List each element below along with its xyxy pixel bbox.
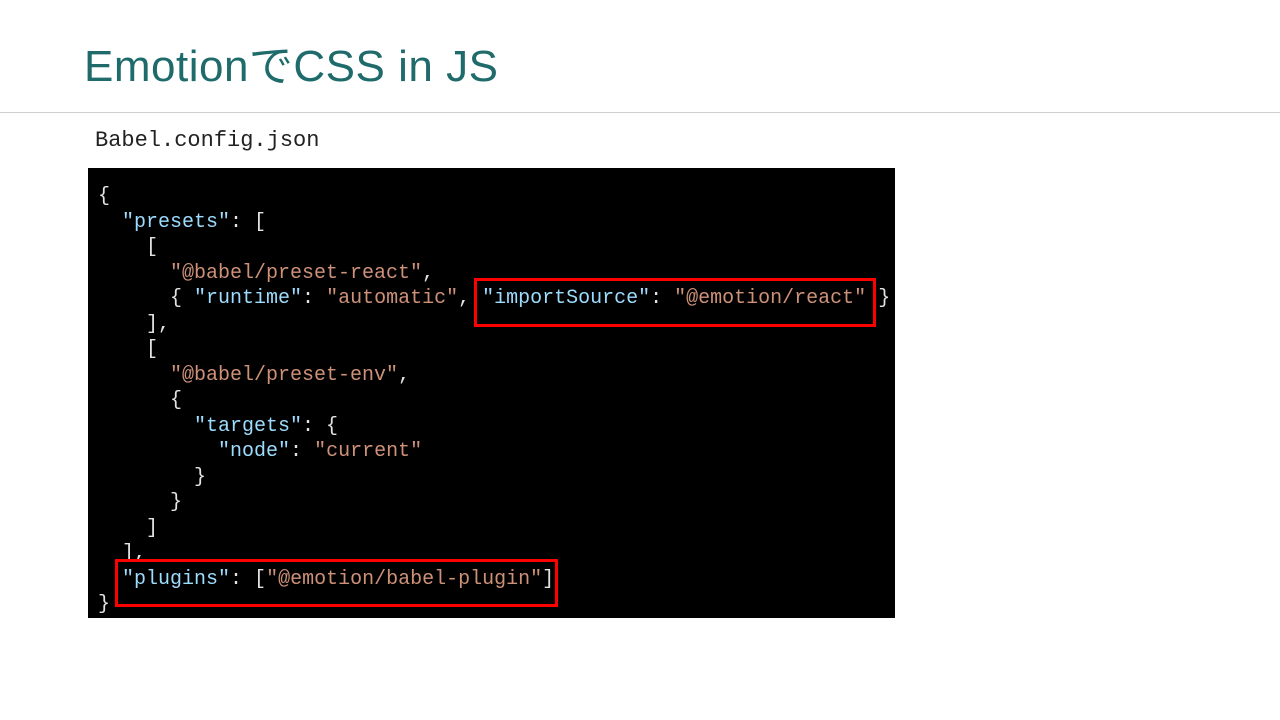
code-content: { "presets": [ [ "@babel/preset-react", … [98, 184, 885, 618]
filename-label: Babel.config.json [95, 128, 319, 153]
divider [0, 112, 1280, 113]
code-block-inner: { "presets": [ [ "@babel/preset-react", … [98, 184, 885, 602]
code-block: { "presets": [ [ "@babel/preset-react", … [88, 168, 895, 618]
slide: EmotionでCSS in JS Babel.config.json { "p… [0, 0, 1280, 720]
slide-title: EmotionでCSS in JS [84, 30, 498, 94]
